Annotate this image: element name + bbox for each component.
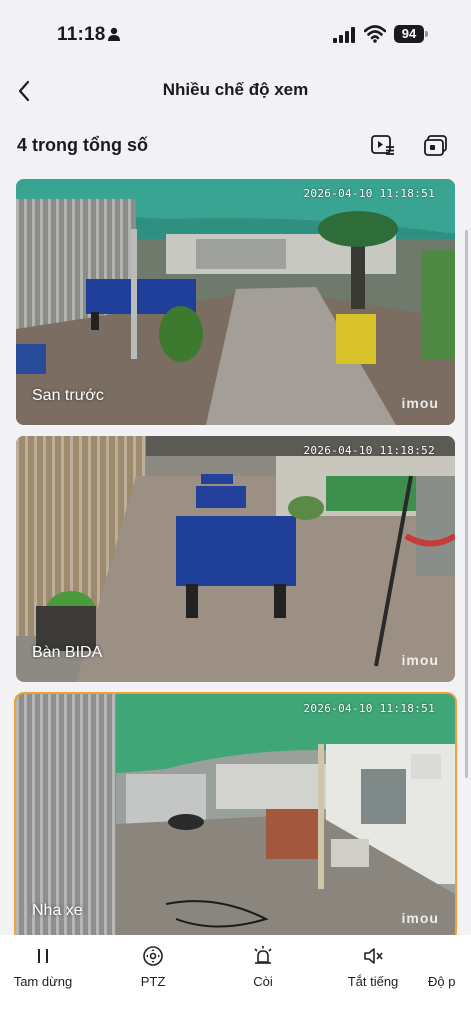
camera-timestamp: 2026-04-10 11:18:51: [303, 702, 435, 715]
mute-label: Tắt tiếng: [347, 974, 399, 989]
ptz-icon: [143, 946, 163, 966]
wifi-icon: [364, 25, 386, 43]
playback-list-icon[interactable]: [370, 133, 396, 157]
page-title: Nhiều chế độ xem: [162, 80, 309, 99]
resolution-button[interactable]: Độ p: [428, 945, 471, 989]
siren-button[interactable]: Còi: [218, 945, 308, 989]
mute-button[interactable]: Tắt tiếng: [328, 945, 418, 989]
siren-label: Còi: [253, 974, 273, 989]
bottom-toolbar: Tam dừng PTZ Còi Tắt tiếng Độ p: [0, 935, 471, 1024]
person-icon: [108, 27, 120, 41]
camera-name: Bàn BIDA: [32, 644, 103, 661]
camera-tile-selected[interactable]: 2026-04-10 11:18:51 Nha xe imou: [14, 692, 457, 942]
siren-icon: [254, 946, 272, 964]
layout-switch-icon[interactable]: [423, 133, 449, 157]
camera-timestamp: 2026-04-10 11:18:52: [303, 444, 435, 457]
battery-tip: [425, 31, 428, 37]
camera-tile[interactable]: 2026-04-10 11:18:51 San trước imou: [16, 179, 455, 425]
camera-timestamp: 2026-04-10 11:18:51: [303, 187, 435, 200]
pause-label: Tam dừng: [13, 974, 73, 989]
resolution-label: Độ p: [428, 974, 456, 989]
mute-icon: [364, 948, 383, 964]
ptz-button[interactable]: PTZ: [108, 945, 198, 989]
camera-name: Nha xe: [32, 902, 83, 919]
camera-tile[interactable]: 2026-04-10 11:18:52 Bàn BIDA imou: [16, 436, 455, 682]
pause-button[interactable]: Tam dừng: [0, 945, 88, 989]
battery-level: 94: [394, 25, 424, 43]
brand-watermark: imou: [401, 395, 439, 411]
scrollbar[interactable]: [465, 230, 468, 778]
status-bar: 11:18 94: [0, 0, 471, 60]
resolution-icon: [447, 945, 469, 967]
brand-watermark: imou: [401, 910, 439, 926]
ptz-label: PTZ: [140, 974, 166, 989]
status-time: 11:18: [57, 24, 106, 45]
camera-count-label: 4 trong tổng số: [17, 135, 148, 155]
brand-watermark: imou: [401, 652, 439, 668]
camera-name: San trước: [32, 387, 104, 404]
cellular-signal-icon: [333, 27, 355, 43]
pause-icon: [38, 949, 48, 963]
